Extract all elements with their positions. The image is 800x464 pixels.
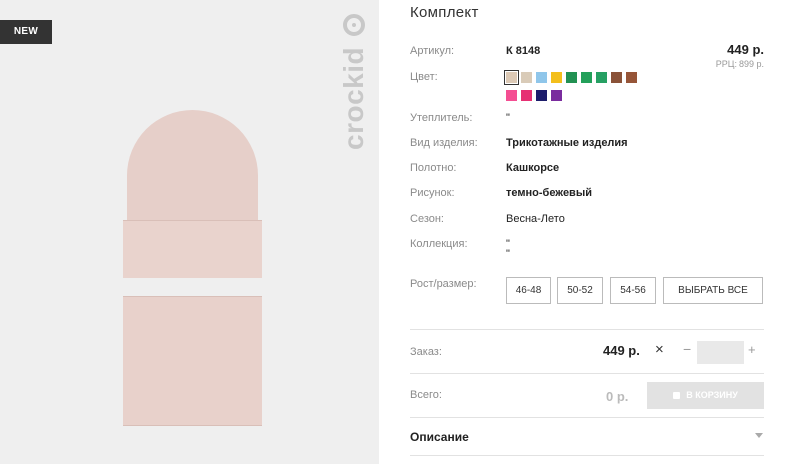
color-label: Цвет: — [410, 71, 438, 83]
new-badge: NEW — [0, 20, 52, 44]
product-type-value: Трикотажные изделия — [506, 137, 628, 149]
rrc-value: 899 р. — [738, 59, 764, 69]
color-swatch[interactable] — [521, 72, 532, 83]
insulation-value: " — [506, 112, 510, 124]
add-to-cart-button[interactable]: В КОРЗИНУ — [647, 382, 764, 409]
cart-icon — [673, 392, 681, 399]
close-icon[interactable]: × — [655, 341, 664, 358]
product-image-panel: NEW crockid — [0, 0, 379, 464]
divider — [410, 455, 764, 456]
pattern-label: Рисунок: — [410, 187, 455, 199]
color-swatch[interactable] — [551, 72, 562, 83]
season-value: Весна-Лето — [506, 213, 565, 225]
size-button-46-48[interactable]: 46-48 — [506, 277, 551, 304]
size-button-50-52[interactable]: 50-52 — [557, 277, 603, 304]
quantity-input[interactable] — [697, 341, 744, 364]
divider — [410, 329, 764, 330]
pattern-value: темно-бежевый — [506, 187, 592, 199]
total-value: 0 р. — [606, 389, 629, 404]
product-image-hat — [123, 110, 262, 278]
color-swatch[interactable] — [536, 90, 547, 101]
collection-label: Коллекция: — [410, 238, 468, 250]
color-swatch[interactable] — [504, 70, 519, 85]
color-swatch[interactable] — [626, 72, 637, 83]
plus-icon[interactable]: + — [748, 342, 756, 357]
size-button-54-56[interactable]: 54-56 — [610, 277, 656, 304]
season-label: Сезон: — [410, 213, 444, 225]
product-image-snood — [123, 296, 262, 426]
article-value: К 8148 — [506, 45, 541, 57]
color-swatch[interactable] — [521, 90, 532, 101]
color-swatch[interactable] — [596, 72, 607, 83]
description-toggle[interactable]: Описание — [410, 430, 469, 444]
color-swatch[interactable] — [581, 72, 592, 83]
color-swatch[interactable] — [536, 72, 547, 83]
color-swatch[interactable] — [566, 72, 577, 83]
product-price: 449 р. — [727, 42, 764, 57]
product-title: Комплект — [410, 4, 479, 21]
hat-crown — [127, 110, 258, 222]
rrc-price: РРЦ: 899 р. — [714, 59, 764, 69]
brand-logo-text: crockid — [338, 46, 369, 150]
size-label: Рост/размер: — [410, 278, 477, 290]
minus-icon[interactable]: − — [683, 341, 691, 357]
product-type-label: Вид изделия: — [410, 137, 478, 149]
color-swatches — [504, 70, 656, 108]
collection-value-2: " — [506, 248, 510, 260]
fabric-value: Кашкорсе — [506, 162, 560, 174]
brand-logo-icon — [343, 14, 365, 36]
order-label: Заказ: — [410, 346, 442, 358]
total-label: Всего: — [410, 389, 442, 401]
divider — [410, 417, 764, 418]
color-swatch[interactable] — [551, 90, 562, 101]
add-to-cart-label: В КОРЗИНУ — [686, 390, 738, 400]
chevron-down-icon[interactable] — [755, 433, 763, 438]
hat-cuff — [123, 220, 262, 278]
fabric-label: Полотно: — [410, 162, 457, 174]
select-all-button[interactable]: ВЫБРАТЬ ВСЕ — [663, 277, 763, 304]
insulation-label: Утеплитель: — [410, 112, 473, 124]
divider — [410, 373, 764, 374]
order-price: 449 р. — [603, 343, 640, 358]
rrc-label: РРЦ: — [715, 59, 737, 69]
article-label: Артикул: — [410, 45, 455, 57]
color-swatch[interactable] — [506, 90, 517, 101]
color-swatch[interactable] — [611, 72, 622, 83]
